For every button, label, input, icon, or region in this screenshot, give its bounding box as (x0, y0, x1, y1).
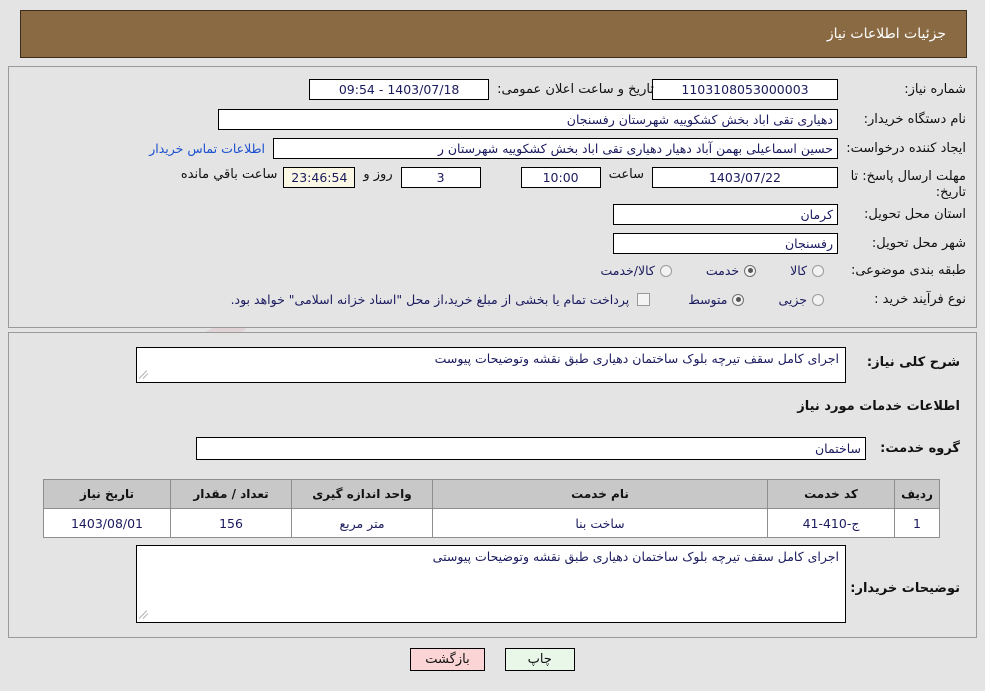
cell-qty: 156 (170, 508, 292, 538)
need-details-panel: شرح کلی نیاز: اجرای کامل سقف تیرچه بلوک … (8, 332, 977, 638)
service-group-label: گروه خدمت: (880, 441, 960, 456)
buyer-contact-link[interactable]: اطلاعات تماس خریدار (149, 141, 265, 156)
province-row: استان محل تحویل: کرمان (613, 204, 966, 225)
cell-name: ساخت بنا (432, 508, 768, 538)
process-label-jozi: جزیی (778, 292, 807, 307)
city-field[interactable]: رفسنجان (613, 233, 838, 254)
buyer-org-row: نام دستگاه خریدار: دهیاری تقی اباد بخش ک… (218, 109, 966, 130)
remaining-days-field[interactable]: 3 (400, 167, 481, 188)
requester-field[interactable]: حسین اسماعیلی بهمن آباد دهیار دهیاری تقی… (273, 138, 838, 159)
deadline-hour-label: ساعت (608, 167, 644, 182)
deadline-date-field[interactable]: 1403/07/22 (652, 167, 838, 188)
city-row: شهر محل تحویل: رفسنجان (613, 233, 966, 254)
countdown-field[interactable]: 23:46:54 (283, 167, 356, 188)
category-radio-khedmat[interactable] (744, 264, 757, 277)
th-date: تاریخ نیاز (43, 479, 171, 509)
process-label: نوع فرآیند خرید : (874, 292, 966, 307)
page-title: جزئیات اطلاعات نیاز (826, 26, 946, 42)
category-radio-kala[interactable] (812, 264, 824, 277)
resize-grip-icon[interactable] (138, 368, 151, 380)
category-label-kala-khedmat: کالا/خدمت (600, 263, 655, 278)
th-qty: تعداد / مقدار (170, 479, 292, 509)
announce-datetime-field[interactable]: 1403/07/18 - 09:54 (309, 79, 490, 100)
requester-label: ایجاد کننده درخواست: (846, 141, 966, 156)
treasury-bond-checkbox[interactable] (637, 293, 651, 306)
announce-datetime-row: تاریخ و ساعت اعلان عمومی: 1403/07/18 - 0… (309, 79, 654, 100)
cell-code: ج-410-41 (767, 508, 895, 538)
print-button[interactable]: چاپ (504, 648, 575, 671)
deadline-row: مهلت ارسال پاسخ: تا تاریخ: 1403/07/22 سا… (181, 167, 966, 201)
need-number-row: شماره نیاز: 1103108053000003 (652, 79, 966, 100)
buyer-notes-label: توضیحات خریدار: (850, 581, 960, 596)
category-label-kala: کالا (790, 263, 807, 278)
resize-grip-icon-2[interactable] (138, 608, 151, 620)
cell-row: 1 (894, 508, 940, 538)
countdown-label: ساعت باقي مانده (180, 167, 278, 182)
buyer-org-label: نام دستگاه خریدار: (863, 112, 966, 127)
process-row: نوع فرآیند خرید : جزیی متوسط پرداخت تمام… (231, 292, 966, 307)
category-row: طبقه بندی موضوعی: کالا خدمت کالا/خدمت (596, 263, 966, 278)
th-row: ردیف (894, 479, 940, 509)
need-info-panel: شماره نیاز: 1103108053000003 تاریخ و ساع… (8, 66, 977, 328)
services-table: ردیف کد خدمت نام خدمت واحد اندازه گیری ت… (43, 479, 940, 538)
need-number-label: شماره نیاز: (904, 82, 966, 97)
cell-date: 1403/08/01 (43, 508, 171, 538)
deadline-hour-field[interactable]: 10:00 (520, 167, 601, 188)
table-header-row: ردیف کد خدمت نام خدمت واحد اندازه گیری ت… (43, 479, 940, 509)
services-section-title: اطلاعات خدمات مورد نیاز (797, 399, 960, 414)
window-header: جزئیات اطلاعات نیاز (20, 10, 967, 58)
table-row[interactable]: 1 ج-410-41 ساخت بنا متر مربع 156 1403/08… (43, 508, 940, 538)
need-desc-textarea[interactable]: اجرای کامل سقف تیرچه بلوک ساختمان دهیاری… (136, 347, 846, 383)
announce-datetime-label: تاریخ و ساعت اعلان عمومی: (497, 82, 654, 97)
back-button[interactable]: بازگشت (410, 648, 485, 671)
process-radio-jozi[interactable] (812, 293, 824, 306)
th-code: کد خدمت (767, 479, 895, 509)
th-name: نام خدمت (432, 479, 768, 509)
requester-row: ایجاد کننده درخواست: حسین اسماعیلی بهمن … (149, 138, 966, 159)
category-label: طبقه بندی موضوعی: (850, 263, 966, 278)
category-radio-kala-khedmat[interactable] (659, 264, 672, 277)
need-number-field[interactable]: 1103108053000003 (652, 79, 838, 100)
buyer-org-field[interactable]: دهیاری تقی اباد بخش کشکوییه شهرستان رفسن… (218, 109, 838, 130)
remaining-days-label: روز و (363, 167, 393, 182)
buyer-notes-text: اجرای کامل سقف تیرچه بلوک ساختمان دهیاری… (432, 549, 839, 564)
action-button-row: چاپ بازگشت (0, 648, 985, 671)
page-root: AriaTender.net جزئیات اطلاعات نیاز شماره… (0, 0, 985, 691)
province-label: استان محل تحویل: (864, 207, 966, 222)
th-unit: واحد اندازه گیری (291, 479, 433, 509)
process-label-motavaset: متوسط (688, 292, 728, 307)
category-label-khedmat: خدمت (705, 263, 740, 278)
cell-unit: متر مربع (291, 508, 433, 538)
province-field[interactable]: کرمان (613, 204, 838, 225)
city-label: شهر محل تحویل: (871, 236, 966, 251)
treasury-bond-text: پرداخت تمام یا بخشی از مبلغ خرید،از محل … (230, 292, 630, 307)
need-desc-text: اجرای کامل سقف تیرچه بلوک ساختمان دهیاری… (434, 351, 839, 366)
deadline-label: مهلت ارسال پاسخ: تا تاریخ: (850, 169, 966, 200)
buyer-notes-textarea[interactable]: اجرای کامل سقف تیرچه بلوک ساختمان دهیاری… (136, 545, 846, 623)
process-radio-motavaset[interactable] (732, 293, 745, 306)
need-desc-label: شرح کلی نیاز: (866, 355, 960, 370)
service-group-field[interactable]: ساختمان (196, 437, 866, 460)
